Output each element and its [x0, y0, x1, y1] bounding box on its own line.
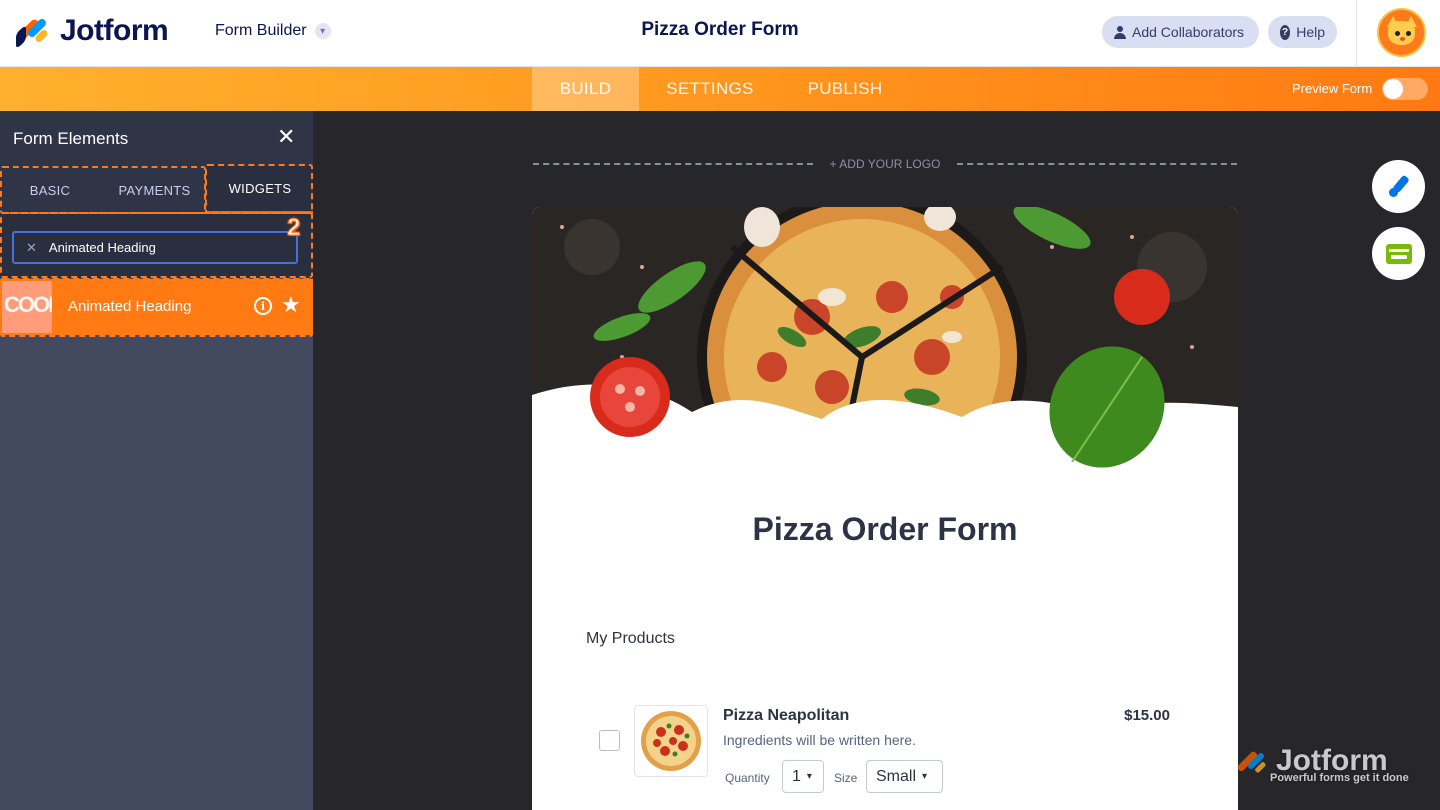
products-label[interactable]: My Products	[586, 630, 675, 648]
info-icon[interactable]: i	[254, 297, 272, 315]
product-checkbox[interactable]	[599, 730, 620, 751]
help-button[interactable]: ? Help	[1268, 16, 1337, 48]
pizza-hero-image	[532, 207, 1238, 487]
brand-name: Jotform	[60, 14, 169, 47]
pizza-thumbnail	[641, 711, 701, 771]
product-price: $15.00	[1124, 707, 1170, 724]
product-description: Ingredients will be written here.	[723, 732, 916, 748]
product-image	[634, 705, 708, 777]
panel-header: Form Elements ✕	[0, 111, 313, 166]
animated-heading-thumbnail: COOL	[2, 281, 52, 333]
top-header: Jotform Form Builder ▾ Pizza Order Form …	[0, 0, 1440, 67]
quantity-select[interactable]: 1 ▾	[782, 760, 824, 793]
form-designer-button[interactable]	[1372, 160, 1425, 213]
add-collaborators-label: Add Collaborators	[1132, 24, 1245, 40]
quantity-value: 1	[792, 767, 801, 785]
panel-title: Form Elements	[13, 129, 129, 148]
watermark-tagline: Powerful forms get it done	[1270, 772, 1409, 784]
builder-nav-bar: BUILD SETTINGS PUBLISH Preview Form	[0, 67, 1440, 111]
tab-settings[interactable]: SETTINGS	[648, 67, 772, 111]
close-icon[interactable]: ✕	[277, 125, 295, 149]
form-builder-label: Form Builder	[215, 22, 307, 39]
chevron-down-icon: ▾	[806, 771, 812, 782]
thumbnail-text: COOL	[4, 292, 52, 317]
preview-form-label: Preview Form	[1292, 81, 1373, 96]
tab-build[interactable]: BUILD	[532, 67, 639, 111]
quantity-label: Quantity	[725, 771, 770, 785]
widget-search-input[interactable]: ✕ Animated Heading	[12, 231, 298, 264]
preview-form-toggle[interactable]	[1382, 78, 1428, 100]
size-label: Size	[834, 771, 858, 785]
person-icon	[1114, 25, 1126, 39]
header-divider	[1356, 0, 1357, 67]
widget-result-label: Animated Heading	[68, 298, 192, 315]
logo-dashed-line-right	[957, 163, 1237, 165]
chevron-down-icon: ▾	[922, 771, 928, 782]
size-value: Small	[876, 767, 917, 785]
chevron-down-icon: ▾	[314, 23, 331, 39]
size-select[interactable]: Small ▾	[866, 760, 943, 793]
user-avatar[interactable]	[1377, 8, 1426, 57]
add-logo-button[interactable]: + ADD YOUR LOGO	[820, 157, 950, 171]
question-icon: ?	[1280, 24, 1291, 40]
form-heading[interactable]: Pizza Order Form	[532, 511, 1238, 548]
form-builder-dropdown[interactable]: Form Builder ▾	[215, 22, 331, 40]
jotform-logo-icon	[15, 15, 49, 50]
form-card: Pizza Order Form My Products Pizza Neapo…	[532, 207, 1238, 810]
search-value: Animated Heading	[48, 240, 156, 255]
form-title[interactable]: Pizza Order Form	[560, 19, 880, 41]
credit-card-icon	[1385, 243, 1412, 264]
clear-search-icon[interactable]: ✕	[26, 240, 37, 256]
toggle-knob	[1383, 79, 1403, 99]
payment-settings-button[interactable]	[1372, 227, 1425, 280]
logo-dashed-line-left	[533, 163, 813, 165]
paint-roller-icon	[1387, 174, 1411, 199]
star-icon[interactable]: ★	[281, 292, 301, 318]
jotform-logo[interactable]: Jotform	[15, 14, 169, 50]
highlight-widgets-tab	[205, 164, 313, 214]
highlight-tabs-left	[0, 166, 206, 214]
step-number-badge: 2	[286, 214, 301, 242]
help-label: Help	[1296, 24, 1325, 40]
product-name: Pizza Neapolitan	[723, 707, 850, 724]
jotform-watermark-icon	[1237, 751, 1266, 773]
add-collaborators-button[interactable]: Add Collaborators	[1102, 16, 1259, 48]
tab-publish[interactable]: PUBLISH	[790, 67, 900, 111]
widget-result-item[interactable]: COOL Animated Heading i ★	[0, 279, 313, 335]
